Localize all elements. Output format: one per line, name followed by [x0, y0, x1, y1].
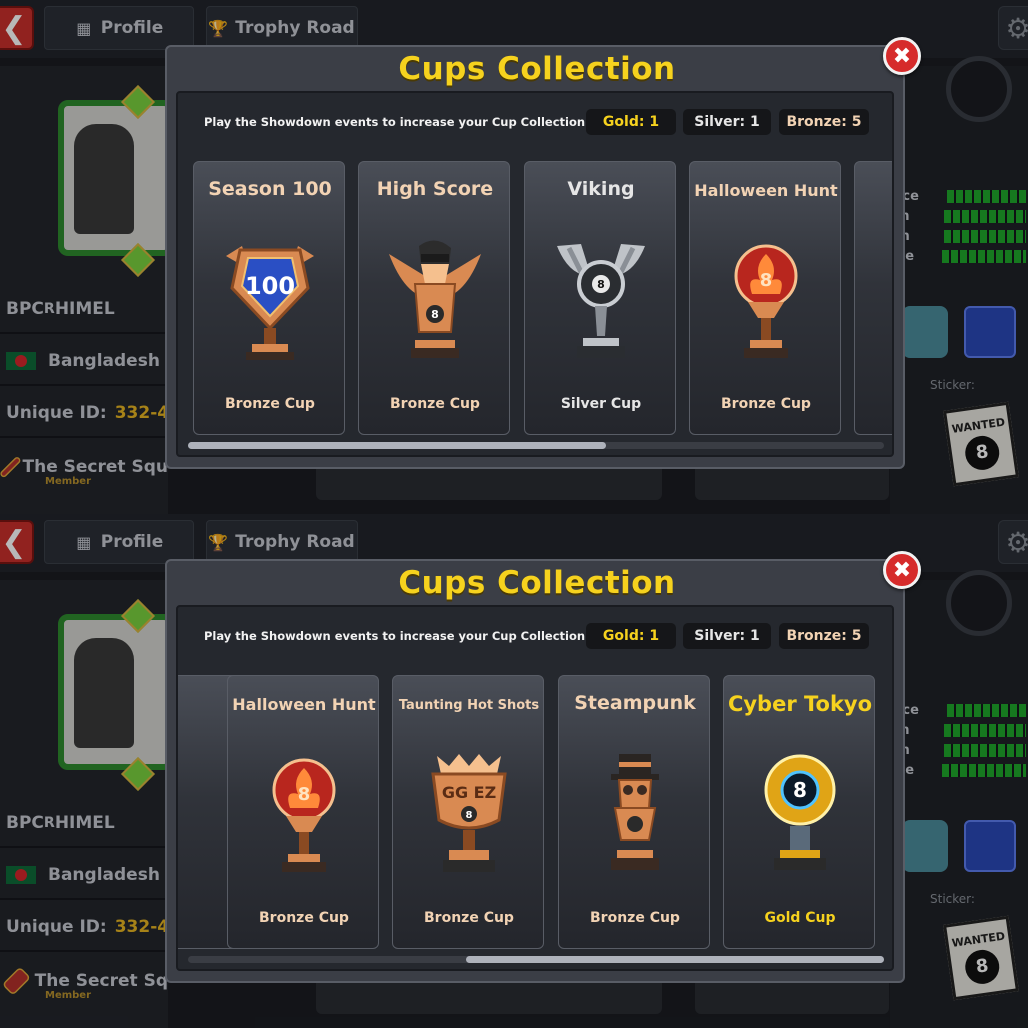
- cup-name: Halloween Hunt: [694, 181, 838, 200]
- cup-card[interactable]: Viking 8 Silver Cup: [524, 161, 676, 435]
- scrollbar-thumb[interactable]: [188, 442, 606, 449]
- silver-count-badge: Silver: 1: [683, 109, 771, 135]
- halloween-cup-icon: 8: [254, 750, 354, 880]
- cup-card[interactable]: Halloween Hunt 8 Bronze Cup: [689, 161, 841, 435]
- svg-text:100: 100: [245, 272, 295, 300]
- cup-name: Taunting Hot Shots: [398, 698, 540, 713]
- close-button[interactable]: ✖: [883, 551, 921, 589]
- modal-content: Play the Showdown events to increase you…: [176, 91, 894, 457]
- horizontal-scrollbar[interactable]: [188, 442, 884, 449]
- cup-tier-label: Gold Cup: [764, 910, 836, 926]
- cup-card[interactable]: Taunting Hot Shots GG EZ 8 Bronze Cup: [392, 675, 544, 949]
- cup-name: High Score: [376, 178, 494, 200]
- halloween-cup-icon: 8: [716, 236, 816, 366]
- screenshot-top: ❮ ▦ Profile 🏆 Trophy Road ⚙ BPC R HIMEL B…: [0, 0, 1028, 514]
- cup-card-list[interactable]: Season 100 100 Bronze Cup High Score 8 Br…: [178, 161, 892, 435]
- bronze-count-badge: Bronze: 5: [779, 623, 869, 649]
- cup-tier-label: Bronze Cup: [721, 396, 811, 412]
- close-icon: ✖: [892, 557, 912, 583]
- taunting-cup-icon: GG EZ 8: [419, 750, 519, 880]
- svg-text:8: 8: [597, 278, 605, 291]
- cups-collection-modal: Cups Collection ✖ Play the Showdown even…: [165, 37, 921, 469]
- cup-name: Steampunk: [574, 692, 696, 714]
- high-score-cup-icon: 8: [385, 236, 485, 366]
- screenshot-bottom: ❮ ▦ Profile 🏆 Trophy Road ⚙ BPC R HIMEL B…: [0, 514, 1028, 1028]
- cup-name: Season 100: [208, 178, 332, 200]
- steampunk-cup-icon: [585, 750, 685, 880]
- cup-card[interactable]: Halloween Hunt 8 Bronze Cup: [227, 675, 379, 949]
- cup-tier-label: Bronze Cup: [590, 910, 680, 926]
- modal-hint: Play the Showdown events to increase you…: [204, 629, 591, 643]
- modal-hint: Play the Showdown events to increase you…: [204, 115, 591, 129]
- cup-card[interactable]: Season 100 100 Bronze Cup: [193, 161, 345, 435]
- modal-title: Cups Collection: [398, 51, 676, 87]
- partial-cup-icon: [881, 236, 892, 366]
- bronze-count-badge: Bronze: 5: [779, 109, 869, 135]
- cup-tier-label: Bronze Cup: [424, 910, 514, 926]
- svg-text:8: 8: [760, 270, 773, 291]
- close-icon: ✖: [892, 43, 912, 69]
- silver-count-badge: Silver: 1: [683, 623, 771, 649]
- svg-text:8: 8: [298, 784, 311, 805]
- svg-text:8: 8: [466, 810, 473, 821]
- cup-name: Halloween Hunt: [232, 695, 376, 714]
- cup-tier-label: Silver Cup: [560, 396, 642, 412]
- cup-name: Cyber Tokyo: [727, 692, 873, 716]
- cup-card[interactable]: High Score 8 Bronze Cup: [358, 161, 510, 435]
- modal-title: Cups Collection: [398, 565, 676, 601]
- cups-collection-modal: Cups Collection ✖ Play the Showdown even…: [165, 551, 921, 983]
- cup-tier-label: Bronze Cup: [390, 396, 480, 412]
- gold-count-badge: Gold: 1: [586, 109, 676, 135]
- svg-text:8: 8: [431, 308, 439, 321]
- cup-card[interactable]: Cyber Tokyo 8 Gold Cup: [723, 675, 875, 949]
- cup-card-list[interactable]: Halloween Hunt 8 Bronze Cup Taunting Hot …: [178, 675, 892, 949]
- cup-name: Viking: [567, 178, 635, 200]
- cyber-tokyo-cup-icon: 8: [750, 750, 850, 880]
- modal-content: Play the Showdown events to increase you…: [176, 605, 894, 971]
- svg-text:8: 8: [793, 778, 807, 802]
- season-100-cup-icon: 100: [220, 236, 320, 366]
- gold-count-badge: Gold: 1: [586, 623, 676, 649]
- svg-text:GG EZ: GG EZ: [442, 783, 496, 802]
- horizontal-scrollbar[interactable]: [188, 956, 884, 963]
- close-button[interactable]: ✖: [883, 37, 921, 75]
- cup-tier-label: Bronze Cup: [225, 396, 315, 412]
- cup-name: Tau: [855, 178, 892, 200]
- cup-tier-label: Bronze Cup: [259, 910, 349, 926]
- scrollbar-thumb[interactable]: [466, 956, 884, 963]
- viking-cup-icon: 8: [551, 236, 651, 366]
- cup-card[interactable]: Steampunk Bronze Cup: [558, 675, 710, 949]
- cup-card[interactable]: Tau: [854, 161, 892, 435]
